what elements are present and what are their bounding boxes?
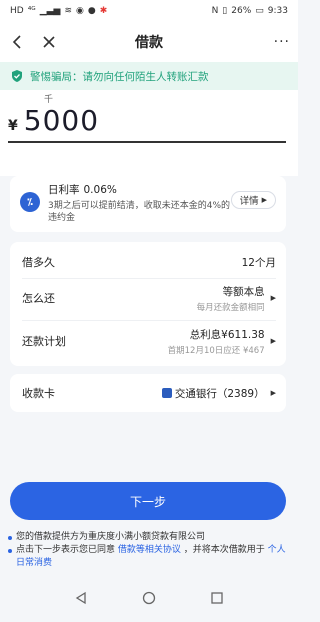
nav-bar: ··· <box>0 22 298 62</box>
chevron-left-icon <box>12 35 21 49</box>
amount-input[interactable]: ¥ 5000 <box>8 104 286 143</box>
plan-value-block: 总利息¥611.38 首期12月10日应还 ¥467 <box>168 327 265 356</box>
bank-logo-icon <box>161 388 172 398</box>
rate-icon: ⁒ <box>20 192 40 212</box>
system-recents-icon[interactable] <box>210 591 224 605</box>
system-home-icon[interactable] <box>142 591 156 605</box>
divider <box>22 278 276 279</box>
chevron-right-icon: ▶ <box>270 294 276 302</box>
amount-section: 千 ¥ 5000 <box>0 90 298 176</box>
repay-value-group: 等额本息 每月还款金额相同 ▶ <box>197 284 276 313</box>
nav-left <box>8 33 58 51</box>
rate-description: 3期之后可以提前结清，收取未还本金的4%的违约金 <box>48 201 231 223</box>
clock: 9:33 <box>267 5 288 16</box>
note-agreement: 点击下一步表示您已同意 借款等相关协议 ，并将本次借款用于 个人日常消费 <box>8 544 290 570</box>
repay-value: 等额本息 <box>222 285 265 298</box>
bullet-dot <box>8 549 12 553</box>
warning-text: 警惕骗局：请勿向任何陌生人转账汇款 <box>30 70 209 83</box>
receive-card-label: 收款卡 <box>22 387 55 400</box>
note-suffix: ，并将本次借款用于 <box>183 545 265 555</box>
system-nav-bar <box>0 574 298 622</box>
close-button[interactable] <box>40 33 58 51</box>
app-notification-icon: ✱ <box>99 5 108 16</box>
loan-info-card: 借多久 12个月 怎么还 等额本息 每月还款金额相同 ▶ 还款计划 总利息¥61… <box>10 242 286 366</box>
term-label: 借多久 <box>22 256 55 269</box>
warning-banner: 警惕骗局：请勿向任何陌生人转账汇款 <box>0 62 298 90</box>
receive-card-inner: 收款卡 交通银行（2389） ▶ <box>22 383 276 403</box>
repay-plan-row[interactable]: 还款计划 总利息¥611.38 首期12月10日应还 ¥467 ▶ <box>22 324 276 358</box>
chevron-right-icon: ▶ <box>270 337 276 345</box>
network-4g-icon: ⁴ᴳ <box>27 5 36 16</box>
plan-sub: 首期12月10日应还 ¥467 <box>167 345 265 356</box>
receive-card-row[interactable]: 收款卡 交通银行（2389） ▶ <box>10 374 286 412</box>
note-lender: 您的借款提供方为重庆度小满小额贷款有限公司 <box>8 531 290 544</box>
next-button[interactable]: 下一步 <box>10 482 286 520</box>
term-row[interactable]: 借多久 12个月 <box>22 252 276 272</box>
battery-percent: 26% <box>231 5 252 16</box>
repay-method-row[interactable]: 怎么还 等额本息 每月还款金额相同 ▶ <box>22 282 276 314</box>
amount-value: 5000 <box>23 104 100 137</box>
note-agreement-text: 点击下一步表示您已同意 借款等相关协议 ，并将本次借款用于 个人日常消费 <box>16 544 290 570</box>
divider <box>22 320 276 321</box>
rate-value: 0.06% <box>83 184 117 196</box>
nfc-icon: N <box>211 5 219 16</box>
signal-icon: ▁▃▅ <box>39 5 61 16</box>
plan-value: 总利息¥611.38 <box>189 328 265 341</box>
back-button[interactable] <box>8 33 26 51</box>
close-icon <box>43 36 55 48</box>
rate-label: 日利率 <box>48 184 80 196</box>
detail-label: 详情 <box>239 196 259 207</box>
status-bar: HD ⁴ᴳ ▁▃▅ ≋ ◉ ● ✱ N ▯ 26% ▭ 9:33 <box>0 0 298 22</box>
wifi-icon: ≋ <box>64 5 73 16</box>
note-lender-text: 您的借款提供方为重庆度小满小额贷款有限公司 <box>16 532 206 542</box>
rate-card: ⁒ 日利率 0.06% 3期之后可以提前结清，收取未还本金的4%的违约金 详情 ▶ <box>10 176 286 232</box>
repay-value-block: 等额本息 每月还款金额相同 <box>197 284 265 313</box>
more-button[interactable]: ··· <box>274 34 290 50</box>
repay-label: 怎么还 <box>22 292 55 305</box>
bank-name: 交通银行（2389） <box>174 387 265 400</box>
chevron-right-icon: ▶ <box>270 389 276 397</box>
message-icon: ● <box>87 5 96 16</box>
hd-icon: HD <box>10 5 24 16</box>
status-left: HD ⁴ᴳ ▁▃▅ ≋ ◉ ● ✱ <box>10 5 108 16</box>
repay-sub: 每月还款金额相同 <box>196 302 265 313</box>
bullet-dot <box>8 536 12 540</box>
receive-card-value-group: 交通银行（2389） ▶ <box>161 386 276 401</box>
term-value: 12个月 <box>241 256 276 269</box>
plan-label: 还款计划 <box>22 335 66 348</box>
status-right: N ▯ 26% ▭ 9:33 <box>211 5 288 16</box>
note-prefix: 点击下一步表示您已同意 <box>16 545 116 555</box>
system-back-icon[interactable] <box>74 591 88 605</box>
detail-button[interactable]: 详情 ▶ <box>230 191 276 209</box>
vibrate-icon: ▯ <box>222 5 228 16</box>
wechat-icon: ◉ <box>76 5 84 16</box>
battery-icon: ▭ <box>255 5 264 16</box>
chevron-right-icon: ▶ <box>261 196 267 204</box>
footer-notes: 您的借款提供方为重庆度小满小额贷款有限公司 点击下一步表示您已同意 借款等相关协… <box>8 531 290 570</box>
plan-value-group: 总利息¥611.38 首期12月10日应还 ¥467 ▶ <box>168 327 276 356</box>
agreement-link[interactable]: 借款等相关协议 <box>118 545 181 555</box>
shield-check-icon <box>12 70 22 82</box>
rate-icon-glyph: ⁒ <box>27 196 33 208</box>
currency-symbol: ¥ <box>8 118 18 134</box>
